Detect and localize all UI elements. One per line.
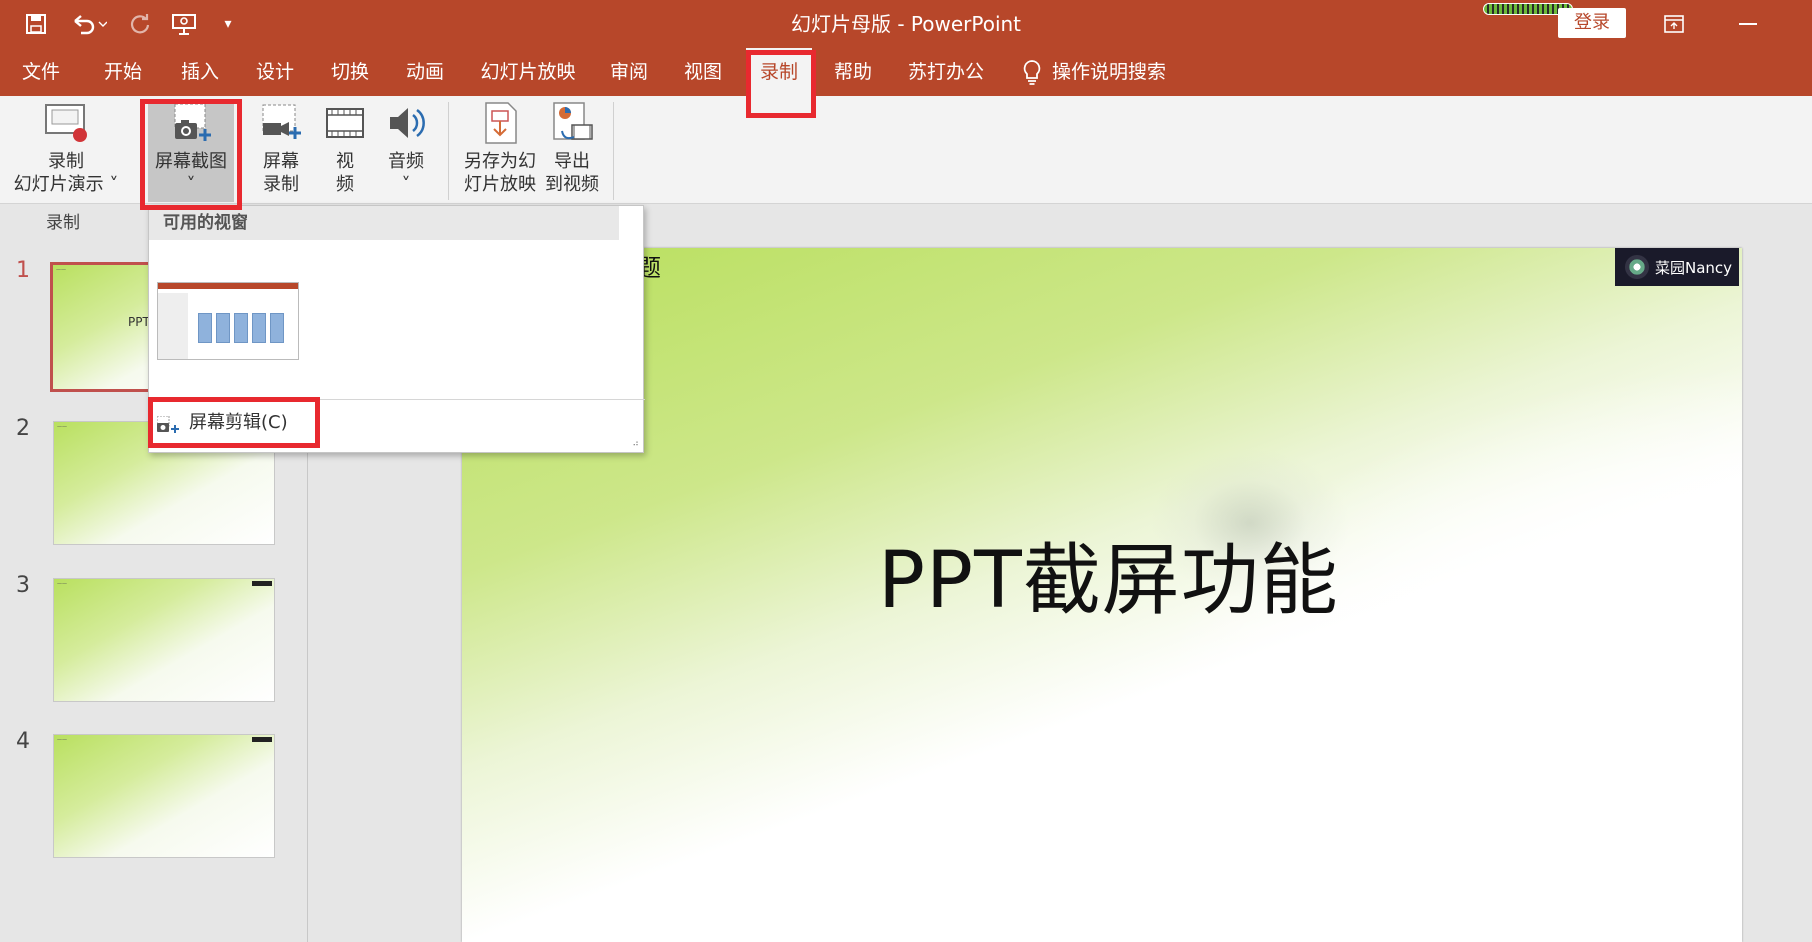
thumb-titlebar xyxy=(158,283,298,289)
screenshot-label: 屏幕截图 xyxy=(155,151,227,172)
export-video-button[interactable]: 导出 到视频 xyxy=(540,100,604,196)
customize-icon[interactable]: ▾ xyxy=(218,0,238,48)
slide-number: 2 xyxy=(16,416,30,441)
present-icon[interactable] xyxy=(168,0,200,48)
ribbon-display-icon[interactable] xyxy=(1644,0,1704,48)
thumb-title-text: —— xyxy=(56,267,66,273)
thumb-title-text: —— xyxy=(57,424,67,430)
tab-review[interactable]: 审阅 xyxy=(596,48,662,96)
thumb-cell xyxy=(270,313,284,343)
audio-button[interactable]: 音频 ˅ xyxy=(378,100,434,196)
export-video-icon xyxy=(549,100,595,146)
save-icon[interactable] xyxy=(22,0,50,48)
slide-editor-canvas[interactable]: 题 PPT截屏功能 xyxy=(462,248,1742,942)
tab-file[interactable]: 文件 xyxy=(8,48,74,96)
thumb-label: PPT xyxy=(128,315,150,329)
thumb-title-text: —— xyxy=(57,737,67,743)
tab-view[interactable]: 视图 xyxy=(670,48,736,96)
video-button[interactable]: 视 频 xyxy=(317,100,373,196)
tab-insert[interactable]: 插入 xyxy=(167,48,233,96)
slide-title[interactable]: PPT截屏功能 xyxy=(878,518,1339,630)
save-as-slideshow-label-2: 灯片放映 xyxy=(464,174,536,195)
save-as-slideshow-button[interactable]: 另存为幻 灯片放映 xyxy=(458,100,542,196)
audio-label: 音频 xyxy=(388,151,424,172)
record-slideshow-icon xyxy=(43,100,89,146)
record-group-label: 录制 xyxy=(46,213,80,233)
minimize-icon[interactable] xyxy=(1718,0,1778,48)
watermark-text: 菜园Nancy xyxy=(1655,258,1733,277)
undo-icon[interactable] xyxy=(66,0,112,48)
save-slideshow-icon xyxy=(477,100,523,146)
video-label-2: 频 xyxy=(336,174,354,195)
login-button[interactable]: 登录 xyxy=(1558,8,1626,38)
export-video-label-1: 导出 xyxy=(554,151,590,172)
screen-clip-icon xyxy=(156,415,179,434)
resize-grip-icon[interactable]: ⠴ xyxy=(632,439,639,449)
save-as-slideshow-label-1: 另存为幻 xyxy=(464,151,536,172)
export-video-label-2: 到视频 xyxy=(545,174,599,195)
record-slideshow-label-1: 录制 xyxy=(48,151,84,172)
ribbon-separator xyxy=(613,102,614,200)
camera-icon xyxy=(168,100,214,146)
tab-help[interactable]: 帮助 xyxy=(820,48,886,96)
tab-animations[interactable]: 动画 xyxy=(392,48,458,96)
watermark-logo-icon xyxy=(1625,255,1649,279)
screen-record-label-1: 屏幕 xyxy=(263,151,299,172)
video-label-1: 视 xyxy=(336,151,354,172)
record-slideshow-label-2: 幻灯片演示 ˅ xyxy=(13,174,119,195)
thumb-sidebar xyxy=(158,293,188,359)
thumb-cell xyxy=(252,313,266,343)
tab-transitions[interactable]: 切换 xyxy=(317,48,383,96)
slide-number: 4 xyxy=(16,729,30,754)
screenshot-dropdown: 可用的视窗 屏幕剪辑(C) ⠴ xyxy=(148,205,645,453)
lightbulb-icon xyxy=(1018,48,1046,96)
watermark-badge: 菜园Nancy xyxy=(1615,248,1739,286)
tell-me-search[interactable]: 操作说明搜索 xyxy=(1052,48,1182,96)
thumb-watermark xyxy=(252,737,272,742)
thumb-cell xyxy=(198,313,212,343)
slide-number: 1 xyxy=(16,258,30,283)
available-windows-header: 可用的视窗 xyxy=(149,206,619,240)
thumb-watermark xyxy=(252,581,272,586)
tab-slideshow[interactable]: 幻灯片放映 xyxy=(473,48,583,96)
speaker-icon xyxy=(383,100,429,146)
slide-thumbnail-4[interactable]: —— xyxy=(53,734,275,858)
tab-record[interactable]: 录制 xyxy=(746,48,812,96)
screenshot-button[interactable]: 屏幕截图 ˅ xyxy=(148,100,234,202)
screen-record-button[interactable]: 屏幕 录制 xyxy=(251,100,311,196)
slide-number: 3 xyxy=(16,573,30,598)
tab-home[interactable]: 开始 xyxy=(90,48,156,96)
audio-chevron-icon: ˅ xyxy=(401,174,411,195)
screenshot-chevron-icon: ˅ xyxy=(186,174,196,195)
tab-design[interactable]: 设计 xyxy=(242,48,308,96)
screen-clip-menu-item[interactable]: 屏幕剪辑(C) xyxy=(189,406,288,440)
ribbon-separator xyxy=(448,102,449,200)
redo-icon[interactable] xyxy=(126,0,154,48)
thumb-cell xyxy=(216,313,230,343)
dropdown-separator xyxy=(149,399,645,400)
available-window-thumbnail[interactable] xyxy=(157,282,299,360)
screen-record-icon xyxy=(258,100,304,146)
thumb-title-text: —— xyxy=(57,581,67,587)
tab-soda-office[interactable]: 苏打办公 xyxy=(898,48,994,96)
screen-record-label-2: 录制 xyxy=(263,174,299,195)
thumb-cell xyxy=(234,313,248,343)
record-slideshow-button[interactable]: 录制 幻灯片演示 ˅ xyxy=(10,100,122,196)
film-icon xyxy=(322,100,368,146)
slide-thumbnail-3[interactable]: —— xyxy=(53,578,275,702)
